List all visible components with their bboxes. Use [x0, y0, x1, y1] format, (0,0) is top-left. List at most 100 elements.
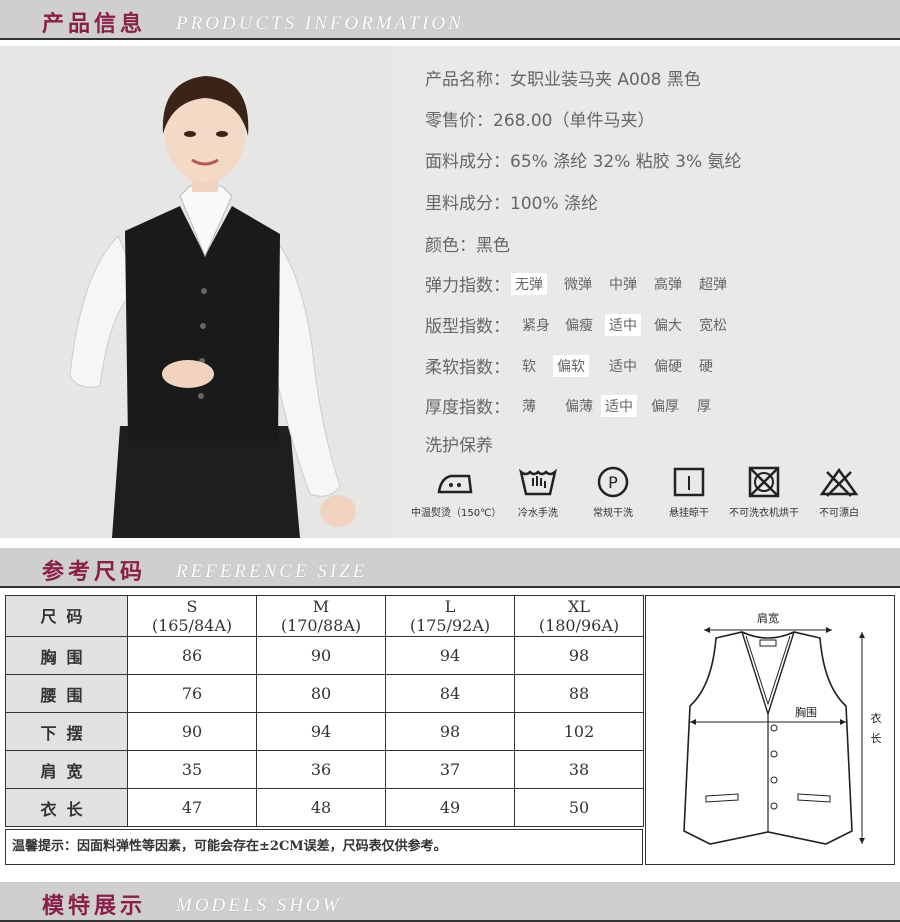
index-option: 偏硬 — [654, 359, 682, 375]
size-code: M — [312, 597, 330, 616]
section-title-en: PRODUCTS INFORMATION — [176, 13, 464, 34]
diagram-label-chest: 胸围 — [795, 705, 817, 719]
size-code: S — [186, 597, 198, 616]
section-title-en: MODELS SHOW — [176, 895, 342, 916]
product-details: 产品名称：女职业装马夹 A008 黑色 零售价：268.00（单件马夹） 面料成… — [392, 46, 900, 538]
table-row: 胸围 86 90 94 98 — [5, 636, 644, 675]
table-cell: 84 — [385, 674, 515, 713]
diagram-label-length-2: 长 — [871, 732, 882, 745]
table-cell: 35 — [127, 750, 257, 789]
product-color: 颜色：黑色 — [425, 236, 510, 256]
section-title-en: REFERENCE SIZE — [176, 561, 368, 582]
size-header-label: 尺码 — [5, 595, 128, 637]
product-fabric: 面料成分：65% 涤纶 32% 粘胶 3% 氨纶 — [425, 152, 742, 172]
table-row: 腰围 76 80 84 88 — [5, 674, 644, 713]
index-softness: 柔软指数： 软 偏软 适中 偏硬 硬 — [425, 353, 895, 378]
hang-dry-icon — [673, 467, 705, 497]
section-header-products: 产品信息 PRODUCTS INFORMATION — [0, 0, 900, 40]
model-illustration — [0, 46, 392, 538]
table-row: 衣长 47 48 49 50 — [5, 788, 644, 827]
size-col-l: L (175/92A) — [385, 595, 515, 637]
index-label: 弹力指数： — [425, 276, 510, 296]
table-row: 下摆 90 94 98 102 — [5, 712, 644, 751]
size-table: 尺码 S (165/84A) M (170/88A) L (175/92A) XL (1… — [5, 595, 644, 827]
table-row: 肩宽 35 36 37 38 — [5, 750, 644, 789]
table-cell: 98 — [514, 636, 644, 675]
section-header-models: 模特展示 MODELS SHOW — [0, 882, 900, 922]
section-header-size: 参考尺码 REFERENCE SIZE — [0, 548, 900, 588]
product-info-panel: 产品名称：女职业装马夹 A008 黑色 零售价：268.00（单件马夹） 面料成… — [0, 46, 900, 538]
dry-clean-p-icon: P — [597, 466, 629, 498]
table-cell: 88 — [514, 674, 644, 713]
care-label: 常规干洗 — [593, 508, 633, 519]
index-option: 硬 — [699, 359, 713, 375]
index-option: 超弹 — [699, 277, 727, 293]
section-title-cn: 参考尺码 — [42, 559, 147, 585]
size-spec: (175/92A) — [409, 616, 491, 635]
svg-text:P: P — [608, 473, 618, 492]
index-option: 紧身 — [522, 318, 550, 334]
table-cell: 90 — [256, 636, 386, 675]
row-label: 腰围 — [5, 674, 128, 713]
table-cell: 80 — [256, 674, 386, 713]
care-iron: 中温熨烫（150℃） — [411, 466, 502, 519]
index-fit: 版型指数： 紧身 偏瘦 适中 偏大 宽松 — [425, 312, 895, 337]
size-chart: 尺码 S (165/84A) M (170/88A) L (175/92A) XL (1… — [0, 590, 900, 868]
diagram-label-length-1: 衣 — [871, 711, 882, 725]
index-option: 厚 — [697, 399, 711, 415]
section-title-cn: 产品信息 — [42, 11, 147, 37]
row-label: 衣长 — [5, 788, 128, 827]
vest-measurement-diagram: 肩宽 胸围 衣 长 — [645, 595, 895, 865]
index-elasticity: 弹力指数： 无弹 微弹 中弹 高弹 超弹 — [425, 271, 895, 296]
table-cell: 38 — [514, 750, 644, 789]
index-label: 厚度指数： — [425, 398, 510, 418]
index-option: 中弹 — [609, 277, 637, 293]
index-option: 微弹 — [564, 277, 592, 293]
table-cell: 36 — [256, 750, 386, 789]
vest-diagram-icon: 肩宽 胸围 衣 长 — [683, 611, 882, 845]
care-title: 洗护保养 — [425, 436, 493, 456]
index-option: 偏薄 — [565, 399, 593, 415]
table-cell: 49 — [385, 788, 515, 827]
product-price: 零售价：268.00（单件马夹） — [425, 111, 655, 131]
no-tumble-dry-icon — [748, 466, 780, 498]
table-cell: 48 — [256, 788, 386, 827]
size-spec: (170/88A) — [280, 616, 362, 635]
hand-wash-icon — [518, 468, 558, 496]
row-label: 下摆 — [5, 712, 128, 751]
index-label: 柔软指数： — [425, 358, 510, 378]
no-bleach-icon — [819, 467, 859, 497]
care-no-bleach: 不可漂白 — [795, 466, 883, 519]
index-option-selected: 无弹 — [511, 273, 547, 295]
size-note: 温馨提示：因面料弹性等因素，可能会存在±2CM误差，尺码表仅供参考。 — [5, 829, 643, 865]
size-col-xl: XL (180/96A) — [514, 595, 644, 637]
product-name: 产品名称：女职业装马夹 A008 黑色 — [425, 70, 701, 90]
index-option: 偏厚 — [651, 399, 679, 415]
care-dry-clean: P 常规干洗 — [569, 466, 657, 519]
care-label: 中温熨烫（150℃） — [411, 508, 502, 519]
index-option: 宽松 — [699, 318, 727, 334]
table-cell: 94 — [385, 636, 515, 675]
section-title-cn: 模特展示 — [42, 893, 147, 919]
size-code: L — [444, 597, 456, 616]
care-label: 不可漂白 — [819, 508, 859, 519]
product-lining: 里料成分：100% 涤纶 — [425, 194, 599, 214]
row-label: 肩宽 — [5, 750, 128, 789]
table-cell: 50 — [514, 788, 644, 827]
size-spec: (165/84A) — [151, 616, 233, 635]
index-option-selected: 适中 — [601, 395, 637, 417]
table-cell: 102 — [514, 712, 644, 751]
index-option: 适中 — [609, 359, 637, 375]
diagram-label-shoulder: 肩宽 — [757, 611, 779, 625]
table-cell: 47 — [127, 788, 257, 827]
table-cell: 98 — [385, 712, 515, 751]
index-option-selected: 适中 — [605, 314, 641, 336]
table-cell: 86 — [127, 636, 257, 675]
size-code: XL — [567, 597, 590, 616]
size-spec: (180/96A) — [538, 616, 620, 635]
row-label: 胸围 — [5, 636, 128, 675]
model-photo — [0, 46, 392, 538]
size-header-row: 尺码 S (165/84A) M (170/88A) L (175/92A) XL (1… — [5, 595, 644, 637]
table-cell: 37 — [385, 750, 515, 789]
size-col-s: S (165/84A) — [127, 595, 257, 637]
